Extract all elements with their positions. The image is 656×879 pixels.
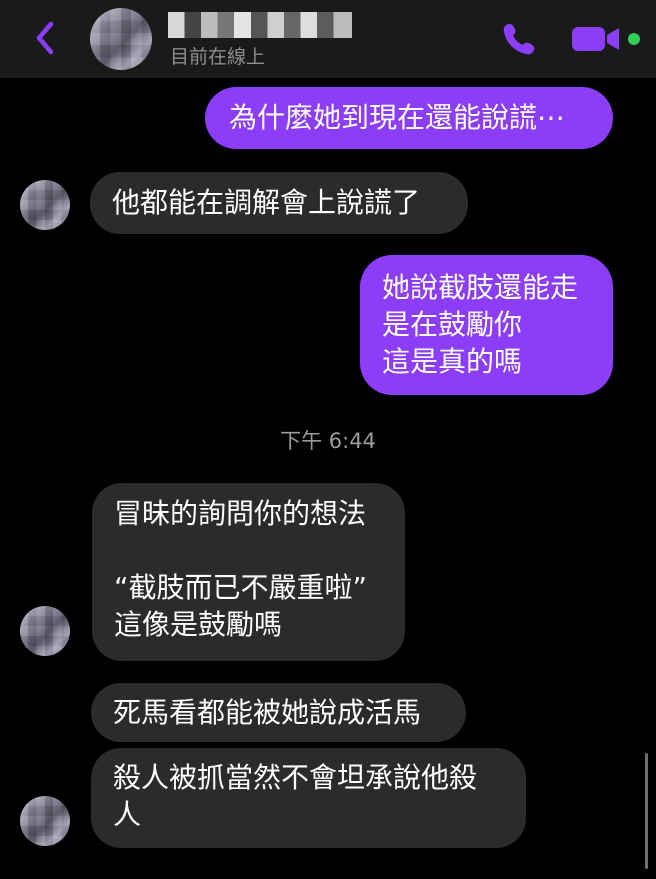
sender-avatar[interactable]	[20, 180, 70, 230]
chevron-left-icon	[36, 21, 54, 55]
message-bubble-sent[interactable]: 她說截肢還能走 是在鼓勵你 這是真的嗎	[360, 255, 613, 395]
message-bubble-received[interactable]: 冒昧的詢問你的想法 “截肢而已不嚴重啦” 這像是鼓勵嗎	[92, 483, 405, 661]
video-camera-icon[interactable]	[570, 22, 622, 56]
contact-avatar[interactable]	[90, 8, 152, 70]
message-timestamp: 下午 6:44	[280, 429, 376, 453]
sender-avatar[interactable]	[20, 796, 70, 846]
online-indicator	[628, 33, 640, 45]
contact-name-pixelated[interactable]	[168, 12, 352, 38]
sender-avatar[interactable]	[20, 606, 70, 656]
online-status: 目前在線上	[170, 46, 266, 68]
chat-header: 目前在線上	[0, 0, 656, 78]
message-bubble-sent[interactable]: 為什麼她到現在還能說謊⋯	[205, 87, 613, 149]
message-bubble-received[interactable]: 死馬看都能被她說成活馬	[91, 683, 466, 742]
phone-icon[interactable]	[498, 18, 540, 60]
message-bubble-received[interactable]: 他都能在調解會上說謊了	[90, 172, 468, 234]
message-bubble-received[interactable]: 殺人被抓當然不會坦承說他殺 人	[91, 748, 526, 848]
chat-scrollbar[interactable]	[645, 753, 648, 869]
back-button[interactable]	[28, 18, 62, 58]
